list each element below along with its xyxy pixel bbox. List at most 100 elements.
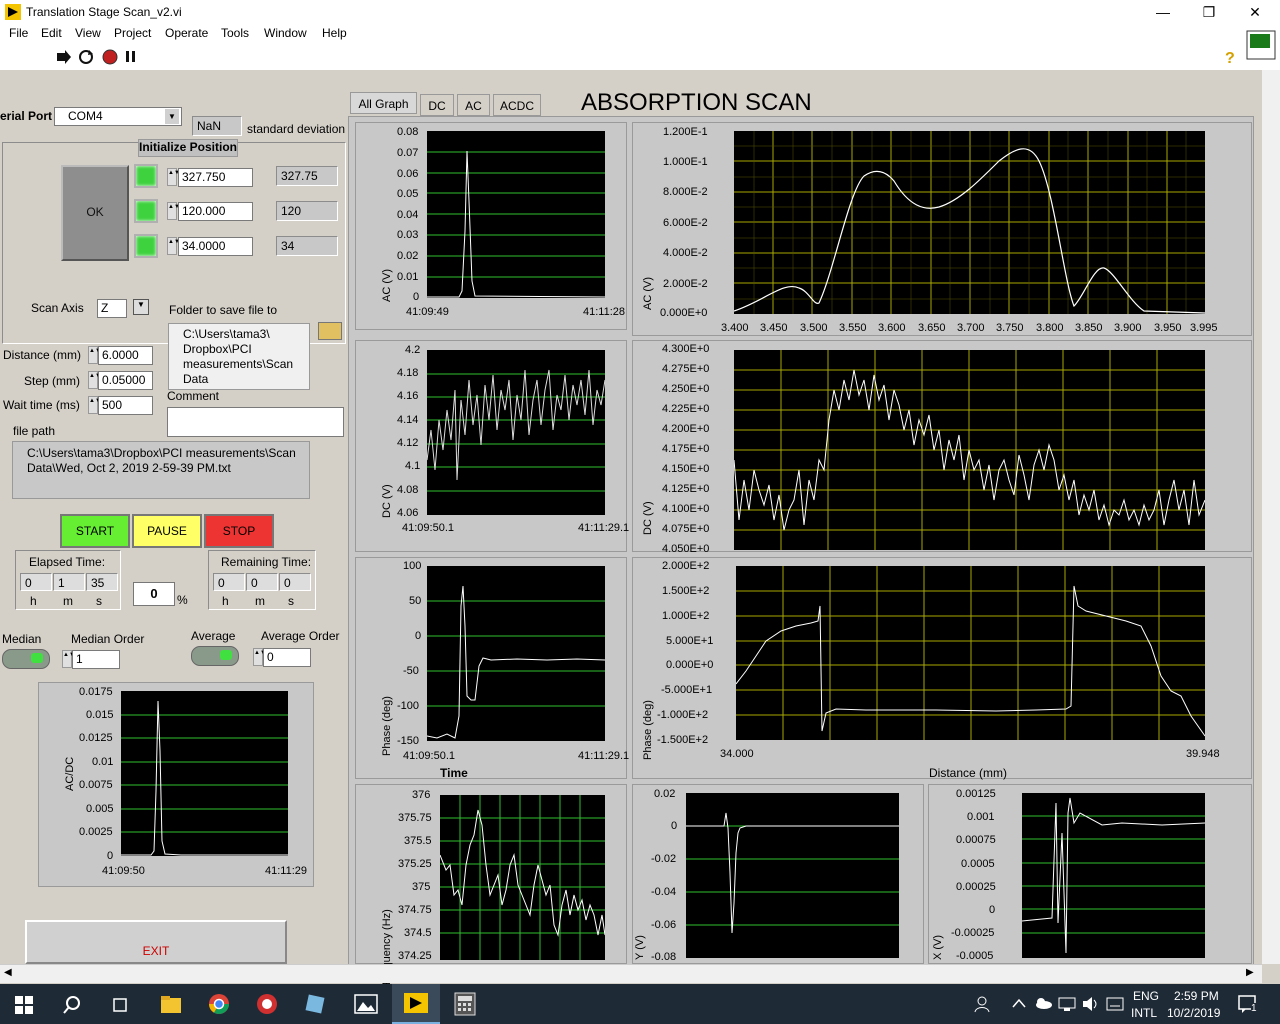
menu-tools[interactable]: Tools: [221, 26, 249, 40]
x-graph-ytick: -0.0005: [956, 950, 994, 962]
position-y-input[interactable]: 120.000: [178, 202, 253, 221]
step-input[interactable]: 0.05000: [98, 371, 153, 390]
app-icon[interactable]: [304, 993, 326, 1015]
phase-distance-ytick: 0.000E+0: [666, 659, 714, 671]
spin-y[interactable]: ▲▼: [167, 202, 180, 220]
menu-view[interactable]: View: [75, 26, 101, 40]
pause-button[interactable]: PAUSE: [132, 514, 202, 548]
window-title: Translation Stage Scan_v2.vi: [26, 5, 182, 19]
network-icon[interactable]: [1058, 996, 1076, 1012]
vertical-scrollbar[interactable]: [1262, 70, 1280, 964]
distance-input[interactable]: 6.0000: [98, 346, 153, 365]
dropdown-arrow-icon[interactable]: ▼: [165, 109, 179, 124]
median-toggle[interactable]: [2, 649, 50, 669]
frequency-ytick: 375.25: [398, 858, 432, 870]
minimize-button[interactable]: —: [1140, 0, 1186, 24]
search-icon[interactable]: [62, 995, 82, 1015]
exit-button[interactable]: EXIT: [25, 920, 287, 964]
acdc-ylabel: AC/DC: [64, 756, 76, 791]
distance-spin[interactable]: ▲▼: [88, 346, 101, 364]
tab-acdc[interactable]: ACDC: [493, 94, 541, 116]
comment-label: Comment: [167, 389, 220, 403]
menu-project[interactable]: Project: [114, 26, 151, 40]
position-x-input[interactable]: 327.750: [178, 168, 253, 187]
std-dev-indicator: NaN: [192, 116, 242, 136]
ac-time-xtick: 41:09:49: [406, 306, 449, 318]
dc-time-ytick: 4.08: [397, 484, 419, 496]
phase-distance-ytick: -5.000E+1: [661, 684, 713, 696]
pause-icon[interactable]: [125, 50, 137, 64]
start-button[interactable]: START: [60, 514, 130, 548]
windows-start-icon[interactable]: [15, 996, 33, 1014]
median-order-spin[interactable]: ▲▼: [62, 650, 75, 668]
maximize-button[interactable]: ❐: [1186, 0, 1232, 24]
acdc-ytick: 0.005: [86, 803, 114, 815]
led-y: [134, 199, 158, 223]
app-icon[interactable]: [256, 993, 278, 1015]
phase-distance-ytick: -1.000E+2: [657, 709, 709, 721]
horizontal-scrollbar[interactable]: ◀ ▶: [0, 964, 1262, 983]
dc-time-ytick: 4.18: [397, 367, 419, 379]
wait-input[interactable]: 500: [98, 396, 153, 415]
menu-operate[interactable]: Operate: [165, 26, 208, 40]
ac-distance-xtick: 3.995: [1190, 322, 1218, 334]
menu-help[interactable]: Help: [322, 26, 347, 40]
scroll-left-icon[interactable]: ◀: [4, 967, 12, 978]
wait-spin[interactable]: ▲▼: [88, 396, 101, 414]
keyboard-layout-label[interactable]: INTL: [1131, 1006, 1157, 1020]
volume-icon[interactable]: [1082, 996, 1100, 1012]
menu-window[interactable]: Window: [264, 26, 307, 40]
stop-button[interactable]: STOP: [204, 514, 274, 548]
folder-path-field[interactable]: C:\Users\tama3\ Dropbox\PCI measurements…: [168, 323, 310, 390]
clock-date[interactable]: 10/2/2019: [1167, 1006, 1220, 1020]
comment-input[interactable]: [167, 407, 344, 437]
ok-button[interactable]: OK: [61, 165, 129, 261]
folder-label: Folder to save file to: [169, 303, 278, 317]
chrome-icon[interactable]: [208, 993, 230, 1015]
spin-x[interactable]: ▲▼: [167, 168, 180, 186]
average-order-spin[interactable]: ▲▼: [253, 648, 266, 666]
scan-axis-value[interactable]: Z: [97, 299, 127, 318]
menu-edit[interactable]: Edit: [41, 26, 62, 40]
close-button[interactable]: ✕: [1232, 0, 1278, 24]
help-icon[interactable]: ?: [1222, 48, 1238, 66]
photos-icon[interactable]: [354, 993, 378, 1015]
ac-distance-xtick: 3.600: [878, 322, 906, 334]
scan-axis-label: Scan Axis: [31, 301, 84, 315]
main-title: ABSORPTION SCAN: [581, 89, 812, 116]
step-spin[interactable]: ▲▼: [88, 371, 101, 389]
labview-taskbar-button[interactable]: [392, 984, 440, 1024]
ac-time-ytick: 0.05: [397, 188, 419, 200]
elapsed-s-label: s: [96, 594, 102, 608]
ac-distance-xtick: 3.700: [957, 322, 985, 334]
phase-time-xtick: 41:09:50.1: [403, 750, 455, 762]
tab-ac[interactable]: AC: [457, 94, 490, 116]
scan-axis-dropdown-icon[interactable]: ▼: [133, 299, 149, 315]
position-z-input[interactable]: 34.0000: [178, 237, 253, 256]
menu-file[interactable]: File: [9, 26, 28, 40]
file-explorer-icon[interactable]: [160, 994, 182, 1014]
run-arrow-icon[interactable]: [56, 50, 72, 64]
run-continuously-icon[interactable]: [78, 49, 94, 65]
average-toggle[interactable]: [191, 646, 239, 666]
tab-dc[interactable]: DC: [420, 94, 454, 116]
tab-all-graph[interactable]: All Graph: [350, 92, 417, 114]
onedrive-icon[interactable]: [1034, 997, 1052, 1009]
median-order-input[interactable]: 1: [72, 650, 120, 669]
serial-port-select[interactable]: COM4 ▼: [54, 107, 182, 126]
average-order-input[interactable]: 0: [263, 648, 311, 667]
browse-folder-icon[interactable]: [318, 322, 342, 340]
clock-time[interactable]: 2:59 PM: [1174, 989, 1219, 1003]
task-view-icon[interactable]: [110, 996, 130, 1014]
scroll-right-icon[interactable]: ▶: [1246, 967, 1254, 978]
keyboard-icon[interactable]: [1106, 996, 1124, 1012]
x-graph-ytick: 0.00125: [956, 788, 996, 800]
chevron-up-icon[interactable]: [1012, 998, 1026, 1008]
position-z-readout: 34: [276, 236, 338, 256]
acdc-ytick: 0.0175: [79, 686, 113, 698]
people-icon[interactable]: [974, 995, 994, 1013]
abort-icon[interactable]: [102, 49, 118, 65]
language-label[interactable]: ENG: [1133, 989, 1159, 1003]
calculator-icon[interactable]: [454, 992, 476, 1016]
spin-z[interactable]: ▲▼: [167, 237, 180, 255]
